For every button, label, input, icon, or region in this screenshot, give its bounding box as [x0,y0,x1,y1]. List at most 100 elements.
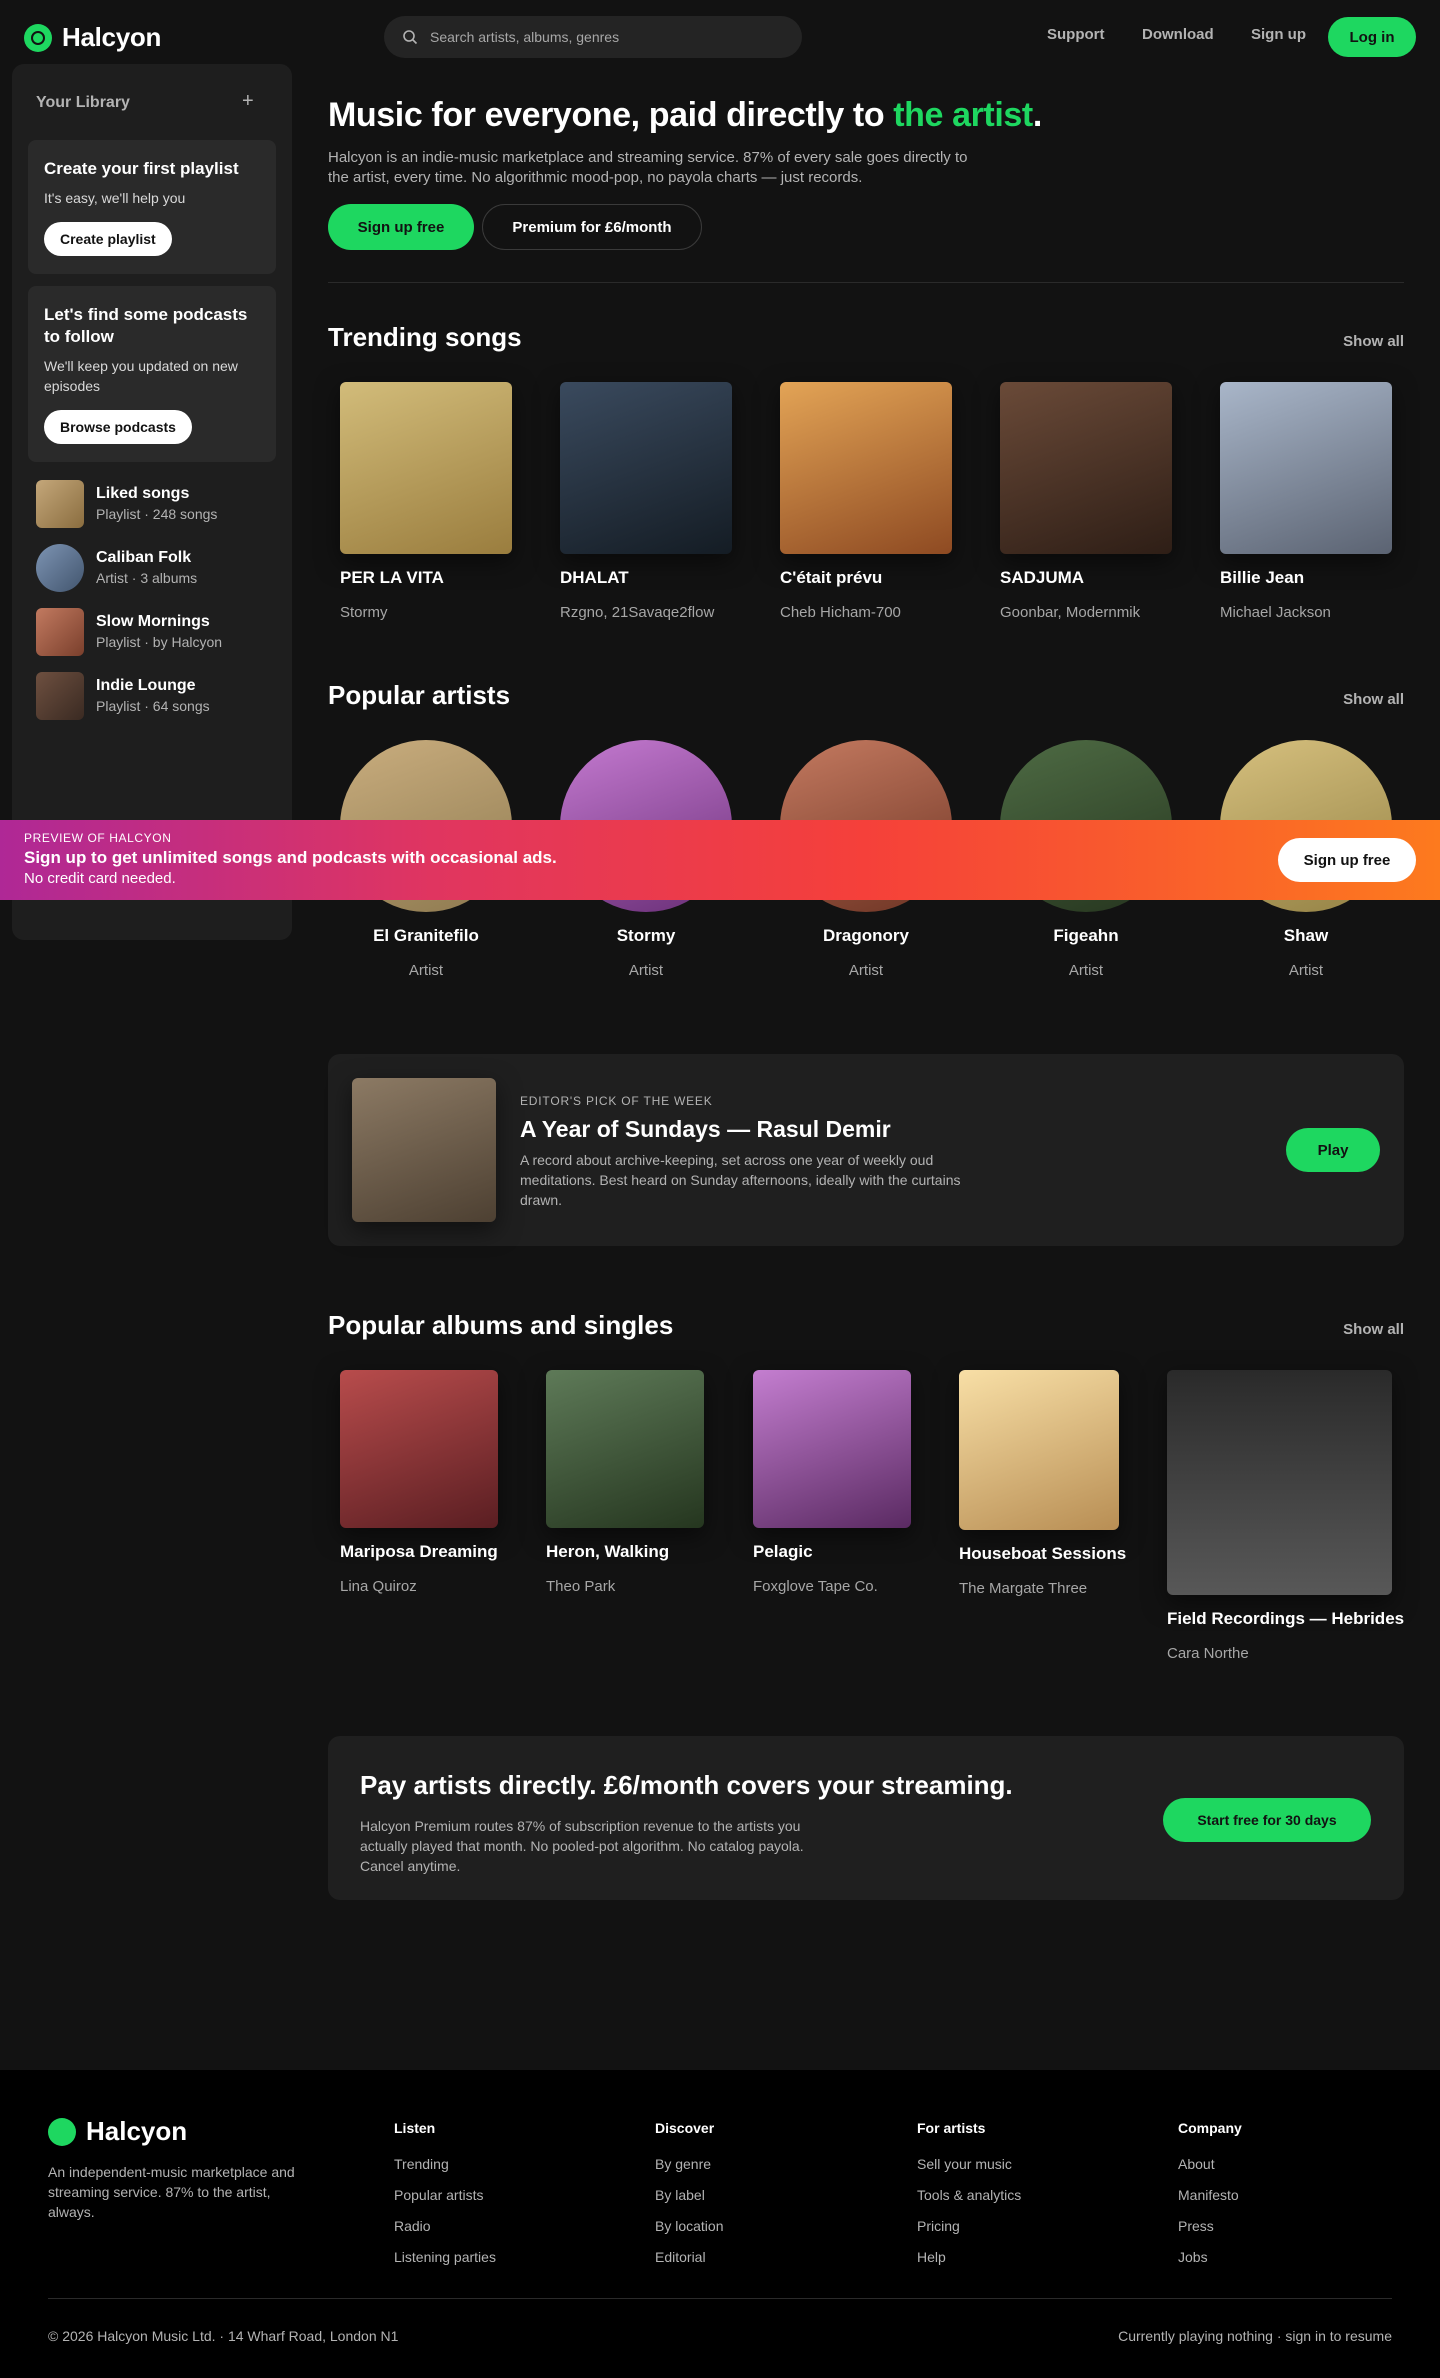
trending-show-all[interactable]: Show all [1340,333,1404,350]
song-artist: Goonbar, Modernmik [1000,604,1141,621]
footer-link[interactable]: About [1178,2156,1242,2187]
album-artist: Lina Quiroz [340,1578,417,1595]
footer-link[interactable]: Radio [394,2218,496,2249]
album-cover [959,1370,1119,1530]
premium-button[interactable]: Premium for £6/month [482,204,702,250]
song-card[interactable]: SADJUMA Goonbar, Modernmik [1000,382,1172,621]
album-artist: Theo Park [546,1578,616,1595]
banner-title: Sign up to get unlimited songs and podca… [24,848,557,867]
footer-brand[interactable]: Halcyon [48,2116,187,2147]
liked-songs-cover [36,480,84,528]
banner-signup-button[interactable]: Sign up free [1278,838,1416,882]
premium-promo-title: Pay artists directly. £6/month covers yo… [360,1770,1013,1800]
trending-title: Trending songs [328,322,522,352]
footer-link[interactable]: Listening parties [394,2249,496,2280]
footer-link[interactable]: By location [655,2218,723,2249]
start-free-trial-button[interactable]: Start free for 30 days [1163,1798,1371,1842]
podcasts-card: Let's find some podcasts to follow We'll… [28,286,276,462]
footer-column-discover: Discover By genre By label By location E… [655,2120,723,2280]
album-artist: Cara Northe [1167,1645,1249,1662]
album-title: Heron, Walking [546,1542,670,1561]
footer-column-company: Company About Manifesto Press Jobs [1178,2120,1242,2280]
song-card[interactable]: Billie Jean Michael Jackson [1220,382,1392,621]
search-input[interactable] [430,29,770,45]
card-text: We'll keep you updated on new episodes [44,358,238,394]
song-cover [340,382,512,554]
banner-eyebrow: PREVIEW OF HALCYON [24,831,172,845]
footer-link[interactable]: Editorial [655,2249,723,2280]
card-title: Let's find some podcasts to follow [44,305,248,346]
halcyon-logo-icon [48,2117,76,2146]
search-bar[interactable] [384,16,802,58]
artist-name: El Granitefilo [373,926,479,945]
footer: Halcyon An independent-music marketplace… [0,2070,1440,2378]
footer-link[interactable]: By genre [655,2156,723,2187]
album-title: Pelagic [753,1542,813,1561]
editors-pick-cover[interactable] [352,1078,496,1222]
footer-heading: Discover [655,2120,715,2136]
create-playlist-card: Create your first playlist It's easy, we… [28,140,276,274]
create-playlist-button[interactable]: Create playlist [44,222,172,256]
footer-link[interactable]: Trending [394,2156,496,2187]
song-artist: Cheb Hicham-700 [780,604,901,621]
library-item-sub: Playlist · 248 songs [96,506,218,522]
add-icon[interactable]: + [242,90,254,113]
artists-show-all[interactable]: Show all [1340,691,1404,708]
footer-link[interactable]: Press [1178,2218,1242,2249]
album-card[interactable]: Field Recordings — Hebrides Cara Northe [1167,1370,1404,1662]
album-card[interactable]: Mariposa Dreaming Lina Quiroz [340,1370,498,1595]
brand[interactable]: Halcyon [24,22,161,53]
play-button[interactable]: Play [1286,1128,1380,1172]
footer-link[interactable]: Manifesto [1178,2187,1242,2218]
footer-link[interactable]: By label [655,2187,723,2218]
library-item[interactable]: Slow Mornings Playlist · by Halcyon [36,608,222,656]
song-title: SADJUMA [1000,568,1085,587]
album-card[interactable]: Heron, Walking Theo Park [546,1370,704,1595]
footer-link[interactable]: Pricing [917,2218,1021,2249]
artists-title: Popular artists [328,680,511,710]
albums-title: Popular albums and singles [328,1310,674,1340]
song-card[interactable]: DHALAT Rzgno, 21Savaqe2flow [560,382,732,621]
song-artist: Rzgno, 21Savaqe2flow [560,604,715,621]
library-title: Your Library [36,94,130,111]
footer-column-for-artists: For artists Sell your music Tools & anal… [917,2120,1021,2280]
song-title: DHALAT [560,568,629,587]
album-artist: Foxglove Tape Co. [753,1578,878,1595]
footer-link[interactable]: Help [917,2249,1021,2280]
hero-title-suffix: . [1032,96,1042,134]
editors-pick-title: A Year of Sundays — Rasul Demir [520,1116,891,1142]
browse-podcasts-button[interactable]: Browse podcasts [44,410,192,444]
footer-brand-name: Halcyon [86,2116,188,2146]
card-title: Create your first playlist [44,159,239,178]
album-card[interactable]: Pelagic Foxglove Tape Co. [753,1370,911,1595]
library-item[interactable]: Indie Lounge Playlist · 64 songs [36,672,210,720]
footer-link[interactable]: Jobs [1178,2249,1242,2280]
footer-column-listen: Listen Trending Popular artists Radio Li… [394,2120,496,2280]
playlist-cover [36,672,84,720]
support-link[interactable]: Support [1047,26,1105,43]
top-bar: Halcyon Support Download Sign up Log in [0,0,1440,72]
artist-role: Artist [408,962,444,979]
albums-show-all[interactable]: Show all [1340,1321,1404,1338]
signup-link[interactable]: Sign up [1251,26,1306,43]
library-item[interactable]: Liked songs Playlist · 248 songs [36,480,217,528]
footer-heading: For artists [917,2120,986,2136]
login-button[interactable]: Log in [1328,17,1416,57]
artist-name: Stormy [616,926,676,945]
artist-avatar [36,544,84,592]
song-card[interactable]: PER LA VITA Stormy [340,382,512,621]
footer-link[interactable]: Sell your music [917,2156,1021,2187]
banner-sub: No credit card needed. [24,870,176,887]
artist-role: Artist [1068,962,1104,979]
download-link[interactable]: Download [1142,26,1214,43]
library-item[interactable]: Caliban Folk Artist · 3 albums [36,544,197,592]
footer-heading: Listen [394,2120,436,2136]
song-card[interactable]: C'était prévu Cheb Hicham-700 [780,382,952,621]
artist-name: Dragonory [823,926,909,945]
footer-link[interactable]: Tools & analytics [917,2187,1021,2218]
album-card[interactable]: Houseboat Sessions The Margate Three [959,1370,1126,1597]
signup-free-button[interactable]: Sign up free [328,204,474,250]
now-playing-status[interactable]: Currently playing nothing · sign in to r… [1118,2328,1392,2344]
brand-name: Halcyon [62,22,162,52]
footer-link[interactable]: Popular artists [394,2187,496,2218]
